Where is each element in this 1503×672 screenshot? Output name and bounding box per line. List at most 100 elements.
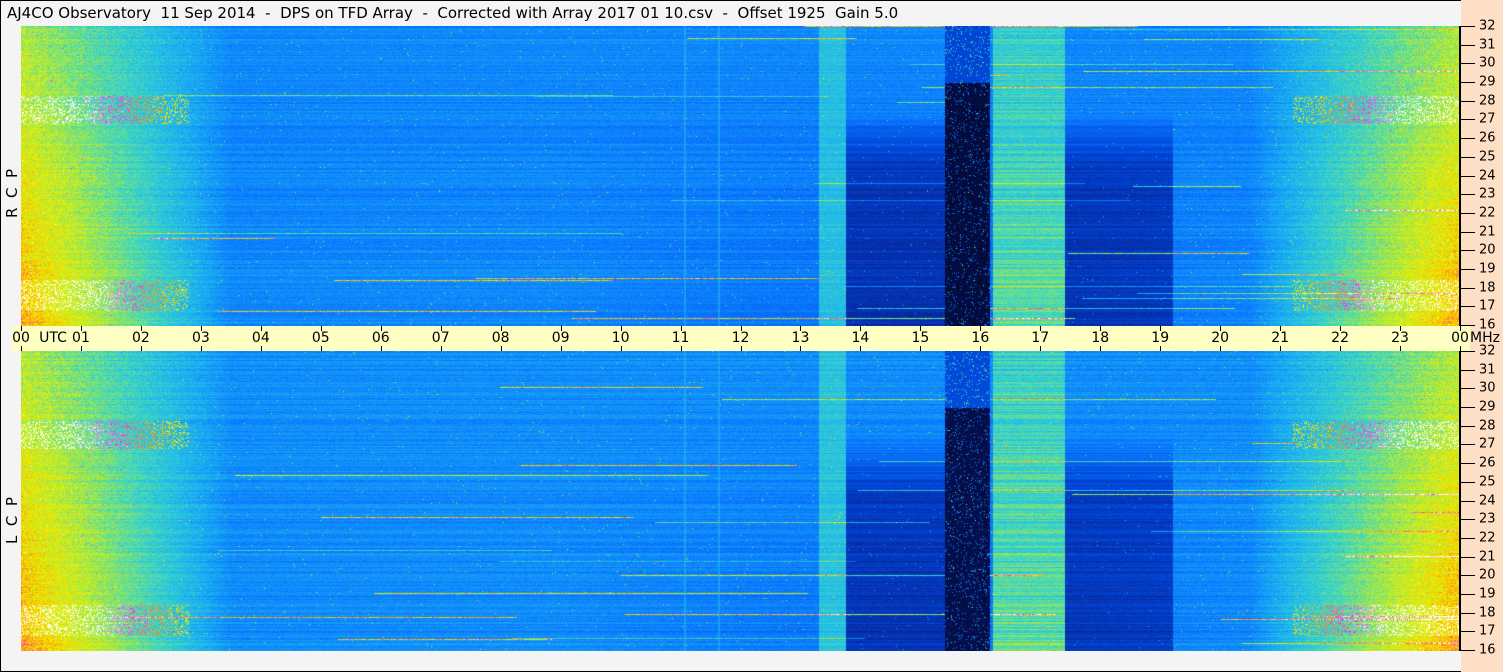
time-tick [680, 346, 682, 351]
time-tick [1280, 346, 1282, 351]
rcp-spectrogram-canvas [21, 26, 1460, 326]
frequency-tick-label: 30 [1479, 380, 1496, 396]
time-tick [260, 346, 262, 351]
frequency-tick [1461, 63, 1475, 65]
time-tick-label: 19 [1151, 330, 1170, 346]
frequency-tick-label: 27 [1479, 111, 1496, 127]
frequency-tick [1461, 388, 1475, 390]
frequency-tick-label: 21 [1479, 224, 1496, 240]
time-tick-label: 21 [1271, 330, 1290, 346]
frequency-tick-label: 28 [1479, 418, 1496, 434]
frequency-tick [1461, 212, 1475, 214]
time-tick [440, 346, 442, 351]
time-tick [380, 346, 382, 351]
rcp-label: R C P [3, 168, 21, 218]
frequency-tick-label: 18 [1479, 280, 1496, 296]
time-tick [500, 346, 502, 351]
time-tick-label: 22 [1331, 330, 1349, 346]
frequency-tick [1461, 82, 1475, 84]
frequency-tick-label: 16 [1479, 642, 1496, 658]
frequency-tick-label: 29 [1479, 399, 1496, 415]
frequency-tick-label: 25 [1479, 149, 1496, 165]
frequency-tick [1461, 119, 1475, 121]
frequency-tick [1461, 500, 1475, 502]
frequency-tick [1461, 519, 1475, 521]
time-tick-label: 00 [1451, 330, 1469, 346]
time-tick [1400, 346, 1402, 351]
frequency-tick [1461, 575, 1475, 577]
frequency-tick [1461, 351, 1475, 352]
time-tick [1340, 346, 1342, 351]
lcp-label: L C P [3, 497, 21, 544]
frequency-tick-label: 24 [1479, 168, 1496, 183]
time-tick-label: 03 [191, 330, 210, 346]
frequency-tick-label: 18 [1479, 605, 1496, 621]
frequency-tick-label: 23 [1479, 511, 1496, 527]
time-tick [1100, 346, 1102, 351]
frequency-tick [1461, 593, 1475, 595]
time-tick-label: 12 [731, 330, 750, 346]
time-tick-label: 00 [12, 330, 30, 346]
chart-title: AJ4CO Observatory 11 Sep 2014 - DPS on T… [7, 4, 899, 22]
frequency-tick [1461, 268, 1475, 270]
frequency-tick-label: 20 [1479, 242, 1496, 258]
lcp-spectrogram [21, 351, 1460, 651]
time-tick-label: 14 [851, 330, 870, 346]
time-tick [1160, 346, 1162, 351]
time-tick-label: 06 [371, 330, 390, 346]
time-tick [920, 346, 922, 351]
frequency-tick-label: 32 [1479, 343, 1496, 359]
utc-time-axis: 00 UTC 01 02 03 04 05 06 07 08 09 10 11 12 13 14 15 16 17 1… [12, 326, 1470, 351]
time-tick-label: 17 [1031, 330, 1050, 346]
frequency-tick-label: 21 [1479, 549, 1496, 565]
frequency-tick-label: 26 [1479, 455, 1496, 471]
frequency-tick [1461, 100, 1475, 102]
time-tick-label: 23 [1391, 330, 1409, 346]
time-tick [980, 346, 982, 351]
frequency-tick [1461, 175, 1475, 177]
frequency-tick-label: 26 [1479, 130, 1496, 146]
time-tick [860, 346, 862, 351]
frequency-tick-label: 20 [1479, 567, 1496, 583]
frequency-tick-label: 32 [1479, 18, 1496, 34]
time-tick-label: 04 [251, 330, 270, 346]
time-tick-label: 18 [1091, 330, 1110, 346]
time-tick-label: 16 [971, 330, 990, 346]
utc-label: UTC [39, 330, 67, 346]
frequency-tick [1461, 463, 1475, 465]
frequency-tick-label: 30 [1479, 55, 1496, 71]
time-tick-label: 01 [72, 330, 90, 346]
frequency-tick [1461, 194, 1475, 196]
frequency-tick-label: 17 [1479, 298, 1496, 314]
time-tick [1040, 346, 1042, 351]
frequency-tick [1461, 325, 1475, 326]
frequency-tick-label: 29 [1479, 74, 1496, 90]
frequency-tick [1461, 556, 1475, 558]
frequency-tick [1461, 156, 1475, 158]
frequency-tick [1461, 231, 1475, 233]
frequency-tick [1461, 138, 1475, 140]
time-tick-label: 07 [431, 330, 450, 346]
frequency-tick-label: 16 [1479, 317, 1496, 333]
time-tick-label: 02 [131, 330, 150, 346]
time-tick [1220, 346, 1222, 351]
frequency-tick [1461, 444, 1475, 446]
time-tick [620, 346, 622, 351]
frequency-tick-label: 28 [1479, 93, 1496, 109]
frequency-tick [1461, 287, 1475, 289]
frequency-tick-label: 24 [1479, 493, 1496, 508]
time-tick-label: 05 [311, 330, 330, 346]
time-tick-label: 13 [791, 330, 810, 346]
frequency-tick [1461, 407, 1475, 409]
time-tick-label: 11 [671, 330, 690, 346]
frequency-tick-label: 23 [1479, 186, 1496, 202]
frequency-tick [1461, 612, 1475, 614]
frequency-tick [1461, 537, 1475, 539]
time-tick [200, 346, 202, 351]
frequency-tick [1461, 425, 1475, 427]
frequency-tick-label: 31 [1479, 37, 1496, 53]
rcp-spectrogram [21, 26, 1460, 326]
time-tick [740, 346, 742, 351]
frequency-tick-label: 27 [1479, 436, 1496, 452]
frequency-tick [1461, 250, 1475, 252]
